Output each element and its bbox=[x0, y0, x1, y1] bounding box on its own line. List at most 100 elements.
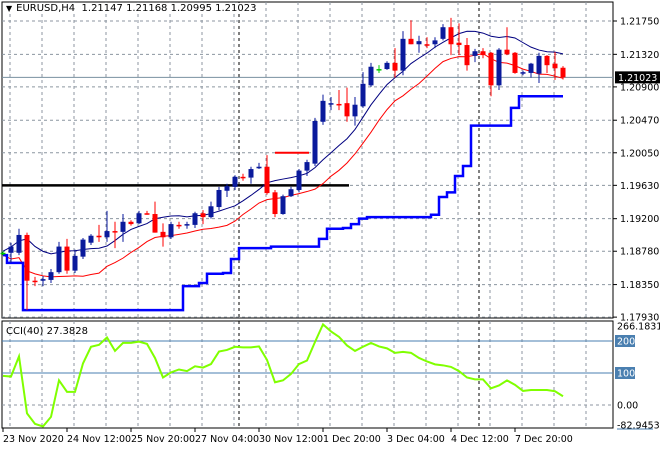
candle-body bbox=[472, 51, 478, 56]
candle bbox=[88, 234, 94, 246]
candle-body bbox=[64, 246, 70, 271]
candle bbox=[64, 238, 70, 274]
candle-body bbox=[440, 27, 446, 39]
candle bbox=[280, 194, 286, 215]
symbol-label: EURUSD,H4 bbox=[16, 3, 76, 14]
candle-body bbox=[48, 272, 54, 280]
candle-body bbox=[96, 235, 102, 238]
candle bbox=[376, 65, 382, 73]
cci-value: 27.3828 bbox=[46, 326, 88, 337]
candle-body bbox=[528, 63, 534, 73]
price-chart[interactable]: 1.21750 1.21320 1.20900 1.20470 1.20050 1.196… bbox=[0, 0, 660, 450]
dropdown-triangle-icon[interactable]: ▼ bbox=[6, 4, 12, 13]
candle bbox=[144, 210, 150, 215]
candle bbox=[80, 238, 86, 259]
candle bbox=[464, 38, 470, 71]
candle bbox=[480, 48, 486, 59]
candle bbox=[472, 48, 478, 63]
candle-body bbox=[88, 235, 94, 243]
candle bbox=[408, 20, 414, 45]
candle bbox=[168, 221, 174, 239]
cci-tick-label: 0.00 bbox=[617, 401, 638, 412]
candle-body bbox=[504, 49, 510, 55]
candle-body bbox=[208, 206, 214, 218]
candle bbox=[488, 52, 494, 97]
candle-body bbox=[352, 104, 358, 117]
candle-body bbox=[304, 162, 310, 171]
candle bbox=[72, 249, 78, 273]
candle bbox=[352, 96, 358, 126]
candle-body bbox=[224, 186, 230, 191]
y-tick-label: 1.21750 bbox=[620, 17, 659, 28]
candle-body bbox=[8, 246, 14, 253]
candle bbox=[264, 155, 270, 195]
candle-body bbox=[216, 189, 222, 208]
candle-body bbox=[24, 234, 30, 281]
y-tick-label: 1.20050 bbox=[620, 148, 659, 159]
ohlc-label: 1.21147 1.21168 1.20995 1.21023 bbox=[81, 3, 257, 14]
candle-body bbox=[112, 231, 118, 233]
candle bbox=[24, 232, 30, 311]
candle-body bbox=[320, 100, 326, 122]
candle bbox=[128, 220, 134, 226]
y-tick-label: 1.20900 bbox=[620, 82, 659, 93]
candle-body bbox=[136, 213, 142, 224]
candle-body bbox=[560, 67, 566, 78]
candle-body bbox=[544, 55, 550, 66]
candle-body bbox=[552, 63, 558, 69]
x-tick-label: 24 Nov 12:00 bbox=[67, 434, 131, 445]
candle bbox=[96, 224, 102, 242]
candle-body bbox=[80, 239, 86, 257]
candle-body bbox=[168, 224, 174, 238]
candle bbox=[448, 17, 454, 56]
y-tick-label: 1.19630 bbox=[620, 181, 659, 192]
candle-body bbox=[496, 49, 502, 86]
candle bbox=[312, 117, 318, 166]
candle bbox=[440, 24, 446, 41]
candle-body bbox=[520, 72, 526, 74]
cci-tick-label: 266.1831 bbox=[617, 322, 660, 333]
candle-body bbox=[144, 213, 150, 215]
candle-body bbox=[368, 66, 374, 86]
candle bbox=[136, 210, 142, 225]
candle bbox=[248, 166, 254, 184]
cci-pane bbox=[2, 322, 613, 428]
candle-body bbox=[200, 213, 206, 218]
candle-body bbox=[160, 231, 166, 238]
candle-body bbox=[448, 27, 454, 45]
cci-tick-label: -82.9453 bbox=[617, 421, 660, 432]
cci-label: CCI(40) bbox=[6, 326, 44, 337]
candle bbox=[48, 269, 54, 284]
candle-body bbox=[272, 192, 278, 215]
candle bbox=[320, 94, 326, 125]
candle-body bbox=[296, 170, 302, 190]
candle bbox=[512, 52, 518, 74]
candle bbox=[272, 189, 278, 218]
candle-body bbox=[512, 52, 518, 73]
candle-body bbox=[360, 83, 366, 107]
x-tick-label: 25 Nov 20:00 bbox=[131, 434, 195, 445]
candle-body bbox=[232, 176, 238, 187]
candle bbox=[384, 61, 390, 70]
candle bbox=[336, 89, 342, 111]
candle bbox=[160, 223, 166, 247]
cci-header: CCI(40) 27.3828 bbox=[6, 326, 88, 337]
candle bbox=[216, 186, 222, 211]
candle-body bbox=[344, 103, 350, 117]
x-tick-label: 23 Nov 2020 bbox=[3, 434, 64, 445]
candle bbox=[392, 48, 398, 78]
candle-body bbox=[480, 51, 486, 56]
candle bbox=[104, 210, 110, 242]
x-tick-label: 27 Nov 04:00 bbox=[195, 434, 259, 445]
candle-body bbox=[312, 121, 318, 164]
candle bbox=[528, 62, 534, 78]
candle-body bbox=[536, 55, 542, 74]
candle-body bbox=[104, 231, 110, 238]
candle-body bbox=[184, 224, 190, 226]
candle-body bbox=[128, 221, 134, 225]
x-tick-label: 1 Dec 20:00 bbox=[323, 434, 381, 445]
candle-body bbox=[40, 279, 46, 281]
candle-body bbox=[248, 169, 254, 178]
candle-body bbox=[280, 196, 286, 215]
candle-body bbox=[408, 38, 414, 45]
